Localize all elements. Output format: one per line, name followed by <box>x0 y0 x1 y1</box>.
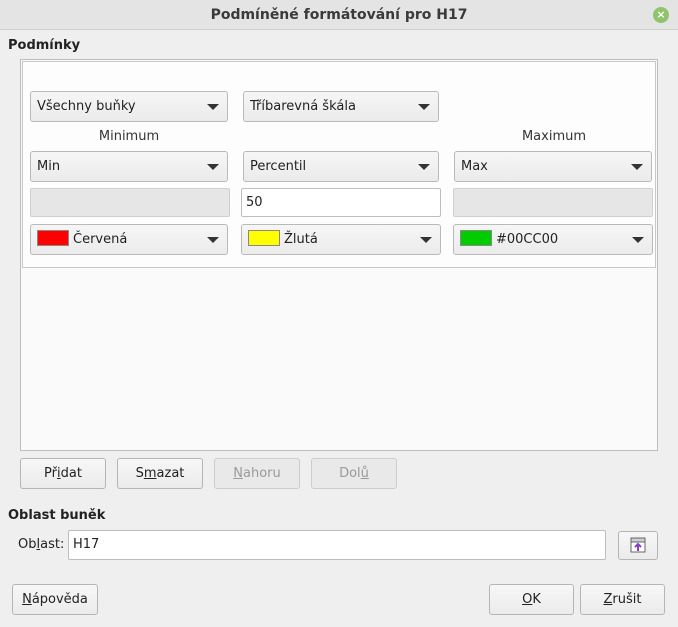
help-button[interactable]: Nápověda <box>12 584 98 615</box>
title-bar: Podmíněné formátování pro H17 × <box>0 0 678 30</box>
add-button[interactable]: Přidat <box>20 458 106 489</box>
range-input[interactable]: H17 <box>68 530 606 560</box>
conditions-list[interactable]: Všechny buňky Tříbarevná škála Minimum M… <box>20 59 658 451</box>
min-type-value: Min <box>37 159 61 174</box>
range-label-post: ast: <box>40 537 65 552</box>
conditions-heading: Podmínky <box>8 38 81 53</box>
chevron-down-icon <box>207 164 219 170</box>
range-label: Oblast: <box>18 537 64 552</box>
red-swatch <box>37 230 69 246</box>
yellow-swatch <box>248 230 280 246</box>
range-label-pre: Ob <box>18 537 37 552</box>
down-label-key: ů <box>360 466 369 481</box>
close-icon[interactable]: × <box>653 7 669 23</box>
chevron-down-icon <box>631 164 643 170</box>
chevron-down-icon <box>207 104 219 110</box>
cancel-button[interactable]: Zrušit <box>580 584 665 615</box>
max-type-dropdown[interactable]: Max <box>454 151 652 182</box>
ok-button[interactable]: OK <box>489 584 574 615</box>
down-label-pre: Dol <box>339 466 361 481</box>
cell-range-heading: Oblast buněk <box>8 508 106 523</box>
window-title: Podmíněné formátování pro H17 <box>210 7 468 23</box>
format-type-value: Tříbarevná škála <box>250 99 356 114</box>
max-color-dropdown[interactable]: #00CC00 <box>453 224 653 255</box>
condition-entry-1[interactable]: Všechny buňky Tříbarevná škála Minimum M… <box>22 61 656 268</box>
move-up-button[interactable]: Nahoru <box>214 458 300 489</box>
shrink-range-icon <box>630 537 646 553</box>
chevron-down-icon <box>632 237 644 243</box>
delete-label-pre: S <box>135 466 144 481</box>
chevron-down-icon <box>418 104 430 110</box>
delete-button[interactable]: Smazat <box>117 458 203 489</box>
max-type-value: Max <box>461 159 488 174</box>
mid-color-name: Žlutá <box>284 232 318 247</box>
maximum-label: Maximum <box>521 129 587 144</box>
chevron-down-icon <box>207 237 219 243</box>
minimum-label: Minimum <box>98 129 160 144</box>
min-color-dropdown[interactable]: Červená <box>30 224 228 255</box>
shrink-range-button[interactable] <box>618 531 658 560</box>
min-type-dropdown[interactable]: Min <box>30 151 228 182</box>
help-label-post: ápověda <box>31 592 88 607</box>
chevron-down-icon <box>420 237 432 243</box>
format-type-dropdown[interactable]: Tříbarevná škála <box>243 91 439 122</box>
max-value-field[interactable] <box>453 188 653 217</box>
mid-type-dropdown[interactable]: Percentil <box>243 151 439 182</box>
mid-color-dropdown[interactable]: Žlutá <box>241 224 441 255</box>
mid-type-value: Percentil <box>250 159 307 174</box>
ok-label-post: K <box>532 592 541 607</box>
min-value-field[interactable] <box>30 188 230 217</box>
add-label-post: dat <box>60 466 82 481</box>
min-color-name: Červená <box>73 232 128 247</box>
max-color-name: #00CC00 <box>496 232 559 247</box>
delete-label-post: azat <box>156 466 185 481</box>
help-label-key: N <box>22 592 32 607</box>
cancel-label-post: rušit <box>612 592 642 607</box>
green-swatch <box>460 230 492 246</box>
applies-to-dropdown[interactable]: Všechny buňky <box>30 91 228 122</box>
mid-value-field[interactable]: 50 <box>241 188 441 217</box>
up-label-post: ahoru <box>242 466 281 481</box>
up-label-key: N <box>233 466 243 481</box>
move-down-button[interactable]: Dolů <box>311 458 397 489</box>
chevron-down-icon <box>418 164 430 170</box>
add-label-pre: Př <box>44 466 57 481</box>
delete-label-key: m <box>143 466 157 481</box>
applies-to-value: Všechny buňky <box>37 99 136 114</box>
ok-label-key: O <box>522 592 533 607</box>
